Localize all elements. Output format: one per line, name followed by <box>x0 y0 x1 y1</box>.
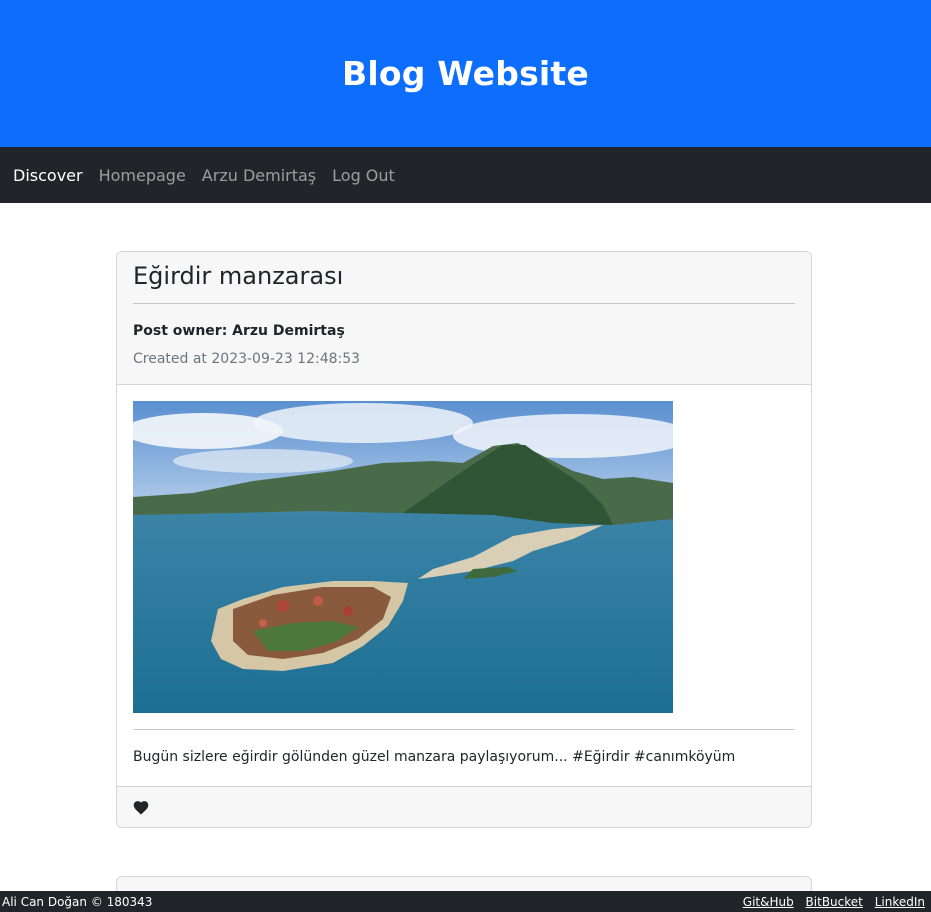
footer-copyright: Ali Can Doğan © 180343 <box>2 894 153 909</box>
footer-link-github[interactable]: Git&Hub <box>743 895 794 909</box>
post-divider <box>133 729 795 730</box>
nav-logout[interactable]: Log Out <box>332 166 395 185</box>
post-title: Eğirdir manzarası <box>133 262 795 304</box>
post-body: Bugün sizlere eğirdir gölünden güzel man… <box>117 385 811 787</box>
site-header: Blog Website <box>0 0 931 147</box>
footer-links: Git&Hub BitBucket LinkedIn <box>735 895 925 909</box>
post-footer <box>117 786 811 827</box>
nav-homepage[interactable]: Homepage <box>99 166 186 185</box>
post-date: Created at 2023-09-23 12:48:53 <box>133 351 361 367</box>
nav-profile[interactable]: Arzu Demirtaş <box>202 166 316 185</box>
navbar: Discover Homepage Arzu Demirtaş Log Out <box>0 147 931 203</box>
post-image <box>133 401 673 713</box>
post-owner: Post owner: Arzu Demirtaş <box>133 323 345 339</box>
post-text: Bugün sizlere eğirdir gölünden güzel man… <box>133 749 736 765</box>
site-footer: Ali Can Doğan © 180343 Git&Hub BitBucket… <box>0 891 931 912</box>
post-card: Eğirdir manzarası Post owner: Arzu Demir… <box>116 251 812 828</box>
site-title: Blog Website <box>342 54 589 93</box>
footer-link-bitbucket[interactable]: BitBucket <box>806 895 863 909</box>
footer-link-linkedin[interactable]: LinkedIn <box>875 895 925 909</box>
nav-discover[interactable]: Discover <box>13 166 83 185</box>
heart-icon[interactable] <box>132 799 150 815</box>
post-header: Eğirdir manzarası Post owner: Arzu Demir… <box>117 252 811 385</box>
